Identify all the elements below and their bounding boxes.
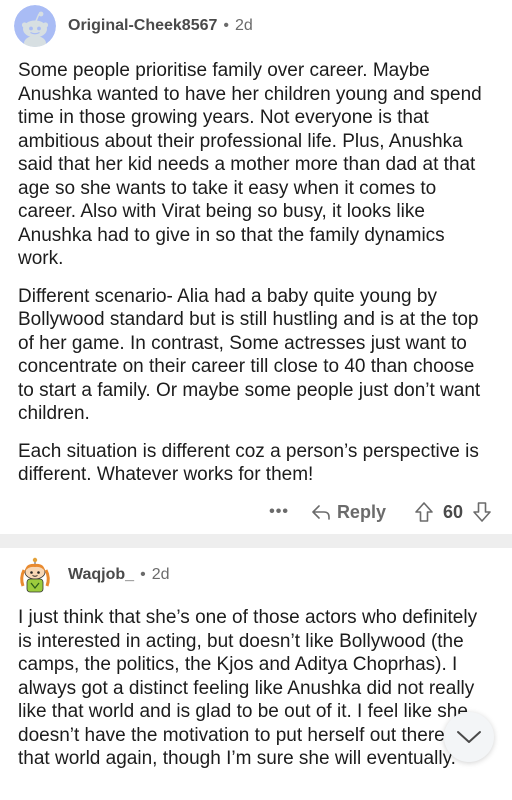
reddit-snoo-avatar-icon xyxy=(14,5,56,47)
username[interactable]: Waqjob_ xyxy=(68,566,134,584)
meta-separator: • xyxy=(223,17,230,34)
reply-arrow-icon xyxy=(311,503,331,521)
comment: Waqjob_ • 2d I just think that she’s one… xyxy=(0,548,512,800)
username[interactable]: Original-Cheek8567 xyxy=(68,17,217,35)
comment-age: 2d xyxy=(235,17,253,34)
user-avatar[interactable] xyxy=(14,5,56,47)
comment-body: I just think that she’s one of those act… xyxy=(18,606,494,771)
comment-body: Some people prioritise family over caree… xyxy=(18,59,494,487)
meta-separator: • xyxy=(140,566,146,583)
comment-actions: ••• Reply 60 xyxy=(269,496,492,528)
comment-paragraph: I just think that she’s one of those act… xyxy=(18,607,478,769)
comment-paragraph: Different scenario- Alia had a baby quit… xyxy=(18,285,481,425)
custom-snoo-avatar-icon xyxy=(14,554,56,596)
comment-paragraph: Each situation is different coz a person… xyxy=(18,440,479,486)
scroll-down-button[interactable] xyxy=(444,712,494,762)
comment-paragraph: Some people prioritise family over caree… xyxy=(18,60,482,269)
user-avatar[interactable] xyxy=(14,554,56,596)
vote-score: 60 xyxy=(442,501,463,522)
comment-divider xyxy=(0,534,512,548)
comment-header: Waqjob_ • 2d xyxy=(14,553,169,597)
comment-age: 2d xyxy=(151,566,170,583)
reply-label: Reply xyxy=(336,501,386,522)
chevron-down-icon xyxy=(456,729,482,745)
upvote-icon[interactable] xyxy=(414,501,434,523)
reply-button[interactable]: Reply xyxy=(311,502,386,523)
downvote-icon[interactable] xyxy=(472,501,492,523)
comment: Original-Cheek8567 • 2d Some people prio… xyxy=(0,0,512,534)
comment-header: Original-Cheek8567 • 2d xyxy=(14,4,253,48)
more-options-button[interactable]: ••• xyxy=(269,503,289,521)
